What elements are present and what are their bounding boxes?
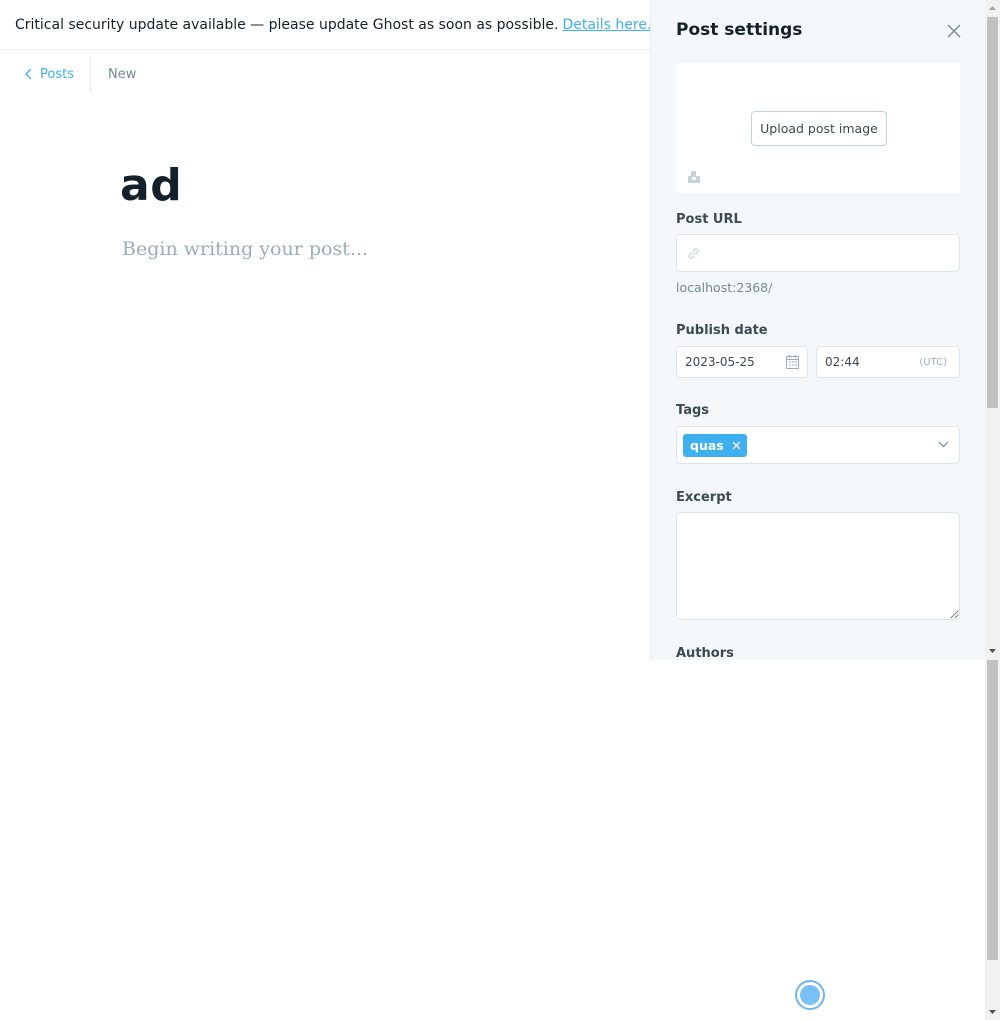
back-label: Posts [40,66,74,82]
post-url-input[interactable] [708,245,948,261]
publish-time-field[interactable]: 02:44 (UTC) [816,346,960,378]
editor-nav: Posts New [0,50,650,98]
panel-title: Post settings [676,20,803,40]
update-banner: Critical security update available — ple… [0,0,651,50]
page-scrollbar[interactable] [985,0,1000,1020]
publish-time-value: 02:44 [825,355,860,369]
post-image-dropzone[interactable]: Upload post image [676,63,960,193]
post-settings-panel: Post settings Upload post image Post URL… [650,0,985,660]
tags-label: Tags [676,403,710,418]
scroll-down-icon-bottom[interactable] [988,1007,997,1016]
link-icon [688,247,699,259]
scroll-down-icon[interactable] [988,646,997,655]
post-url-label: Post URL [676,212,742,227]
banner-details-link[interactable]: Details here. [562,17,651,33]
scrollbar-thumb-lower[interactable] [987,660,998,960]
post-url-preview: localhost:2368/ [676,280,773,295]
scrollbar-thumb[interactable] [987,17,998,408]
upload-post-image-button[interactable]: Upload post image [751,111,887,146]
tag-label: quas [690,438,724,453]
authors-label: Authors [676,646,734,660]
post-title[interactable]: ad [120,160,182,211]
back-to-posts-link[interactable]: Posts [0,56,91,92]
excerpt-label: Excerpt [676,490,732,505]
publish-date-field[interactable]: 2023-05-25 [676,346,808,378]
tags-field[interactable]: quas [676,426,960,464]
close-icon[interactable] [946,23,962,39]
calendar-icon[interactable] [786,355,799,369]
image-placeholder-icon [688,171,700,183]
publish-date-value: 2023-05-25 [685,355,755,369]
banner-message: Critical security update available — ple… [15,16,559,33]
remove-tag-icon[interactable] [732,441,741,450]
post-body-editor[interactable]: Begin writing your post... [122,238,368,260]
post-status: New [107,66,137,82]
publish-date-label: Publish date [676,323,768,338]
cursor-indicator-core [800,985,820,1005]
post-url-field[interactable] [676,234,960,272]
chevron-left-icon [25,68,32,80]
tag-chip[interactable]: quas [683,434,747,457]
cursor-indicator [795,980,825,1010]
excerpt-textarea[interactable] [676,512,960,620]
chevron-down-icon[interactable] [938,441,949,448]
scroll-up-icon[interactable] [988,4,997,13]
timezone-label: (UTC) [919,356,947,368]
